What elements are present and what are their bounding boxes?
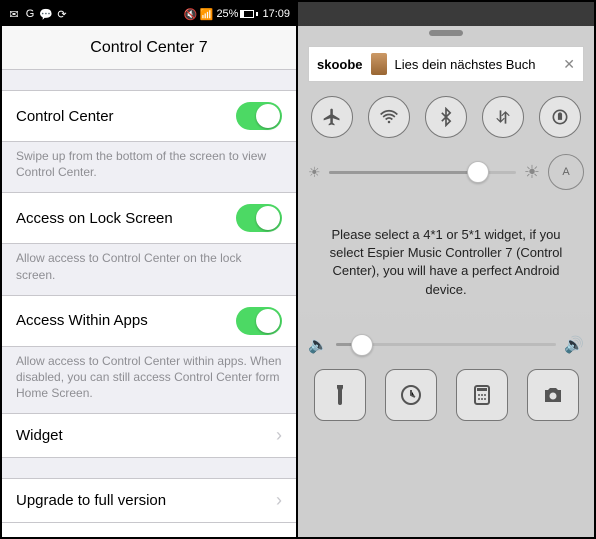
mail-icon: ✉ xyxy=(8,8,20,20)
row-lock-screen[interactable]: Access on Lock Screen xyxy=(2,192,296,244)
auto-brightness-toggle[interactable]: A xyxy=(548,154,584,190)
row-about[interactable]: About › xyxy=(2,523,296,537)
calculator-button[interactable] xyxy=(456,369,508,421)
clock-icon xyxy=(399,383,423,407)
brightness-low-icon: ☀ xyxy=(308,164,321,181)
control-center-pane: 💬 ⟳ 🔇 📶 26% 17:11 skoobe Lies dein nächs… xyxy=(298,2,594,537)
airplane-toggle[interactable] xyxy=(311,96,353,138)
brightness-high-icon: ☀ xyxy=(524,162,540,183)
row-label: Control Center xyxy=(16,108,114,125)
flashlight-icon xyxy=(328,383,352,407)
battery-pct: 25% xyxy=(216,8,238,20)
chevron-right-icon: › xyxy=(276,490,282,511)
settings-pane: ✉ G 💬 ⟳ 🔇 📶 25% 17:09 Control Center 7 C… xyxy=(2,2,298,537)
bluetooth-toggle[interactable] xyxy=(425,96,467,138)
ad-text: Lies dein nächstes Buch xyxy=(395,57,536,72)
clock: 17:09 xyxy=(262,8,290,20)
row-desc: Allow access to Control Center on the lo… xyxy=(2,244,296,294)
ad-banner[interactable]: skoobe Lies dein nächstes Buch ✕ xyxy=(308,46,584,82)
row-label: Upgrade to full version xyxy=(16,492,166,509)
mute-icon: 🔇 xyxy=(184,8,196,20)
row-desc: Swipe up from the bottom of the screen t… xyxy=(2,142,296,192)
chevron-right-icon: › xyxy=(276,425,282,446)
row-desc: Allow access to Control Center within ap… xyxy=(2,347,296,414)
row-control-center[interactable]: Control Center xyxy=(2,90,296,142)
row-within-apps[interactable]: Access Within Apps xyxy=(2,295,296,347)
volume-high-icon: 🔊 xyxy=(564,335,584,355)
bluetooth-icon xyxy=(436,107,456,127)
toggle-control-center[interactable] xyxy=(236,102,282,130)
volume-row: 🔈 🔊 xyxy=(298,327,594,363)
row-widget[interactable]: Widget › xyxy=(2,413,296,458)
signal-icon: 📶 xyxy=(200,8,212,20)
row-label: About xyxy=(16,536,55,537)
drag-handle[interactable] xyxy=(429,30,463,36)
chevron-right-icon: › xyxy=(276,534,282,537)
brightness-row: ☀ ☀ A xyxy=(298,146,594,198)
wifi-icon xyxy=(379,107,399,127)
control-center-panel: skoobe Lies dein nächstes Buch ✕ ☀ ☀ A P… xyxy=(298,26,594,537)
wifi-toggle[interactable] xyxy=(368,96,410,138)
rotation-lock-icon xyxy=(550,107,570,127)
row-upgrade[interactable]: Upgrade to full version › xyxy=(2,478,296,523)
data-arrows-icon xyxy=(493,107,513,127)
google-icon: G xyxy=(24,8,36,20)
page-title: Control Center 7 xyxy=(2,26,296,70)
volume-low-icon: 🔈 xyxy=(308,335,328,355)
rotation-lock-toggle[interactable] xyxy=(539,96,581,138)
toggle-lock-screen[interactable] xyxy=(236,204,282,232)
brightness-slider[interactable] xyxy=(329,171,516,174)
status-bar: ✉ G 💬 ⟳ 🔇 📶 25% 17:09 xyxy=(2,2,296,26)
camera-icon xyxy=(541,383,565,407)
flashlight-button[interactable] xyxy=(314,369,366,421)
ad-logo: skoobe xyxy=(317,57,363,72)
clock-button[interactable] xyxy=(385,369,437,421)
widget-message: Please select a 4*1 or 5*1 widget, if yo… xyxy=(318,226,574,299)
row-label: Access Within Apps xyxy=(16,312,148,329)
row-label: Access on Lock Screen xyxy=(16,210,173,227)
ad-image xyxy=(371,53,387,75)
close-icon[interactable]: ✕ xyxy=(563,56,575,73)
battery-icon: 25% xyxy=(216,8,258,20)
volume-slider[interactable] xyxy=(336,343,556,346)
calculator-icon xyxy=(470,383,494,407)
row-label: Widget xyxy=(16,427,63,444)
airplane-icon xyxy=(322,107,342,127)
data-toggle[interactable] xyxy=(482,96,524,138)
chat-icon: 💬 xyxy=(40,8,52,20)
sync-icon: ⟳ xyxy=(56,8,68,20)
camera-button[interactable] xyxy=(527,369,579,421)
toggle-within-apps[interactable] xyxy=(236,307,282,335)
